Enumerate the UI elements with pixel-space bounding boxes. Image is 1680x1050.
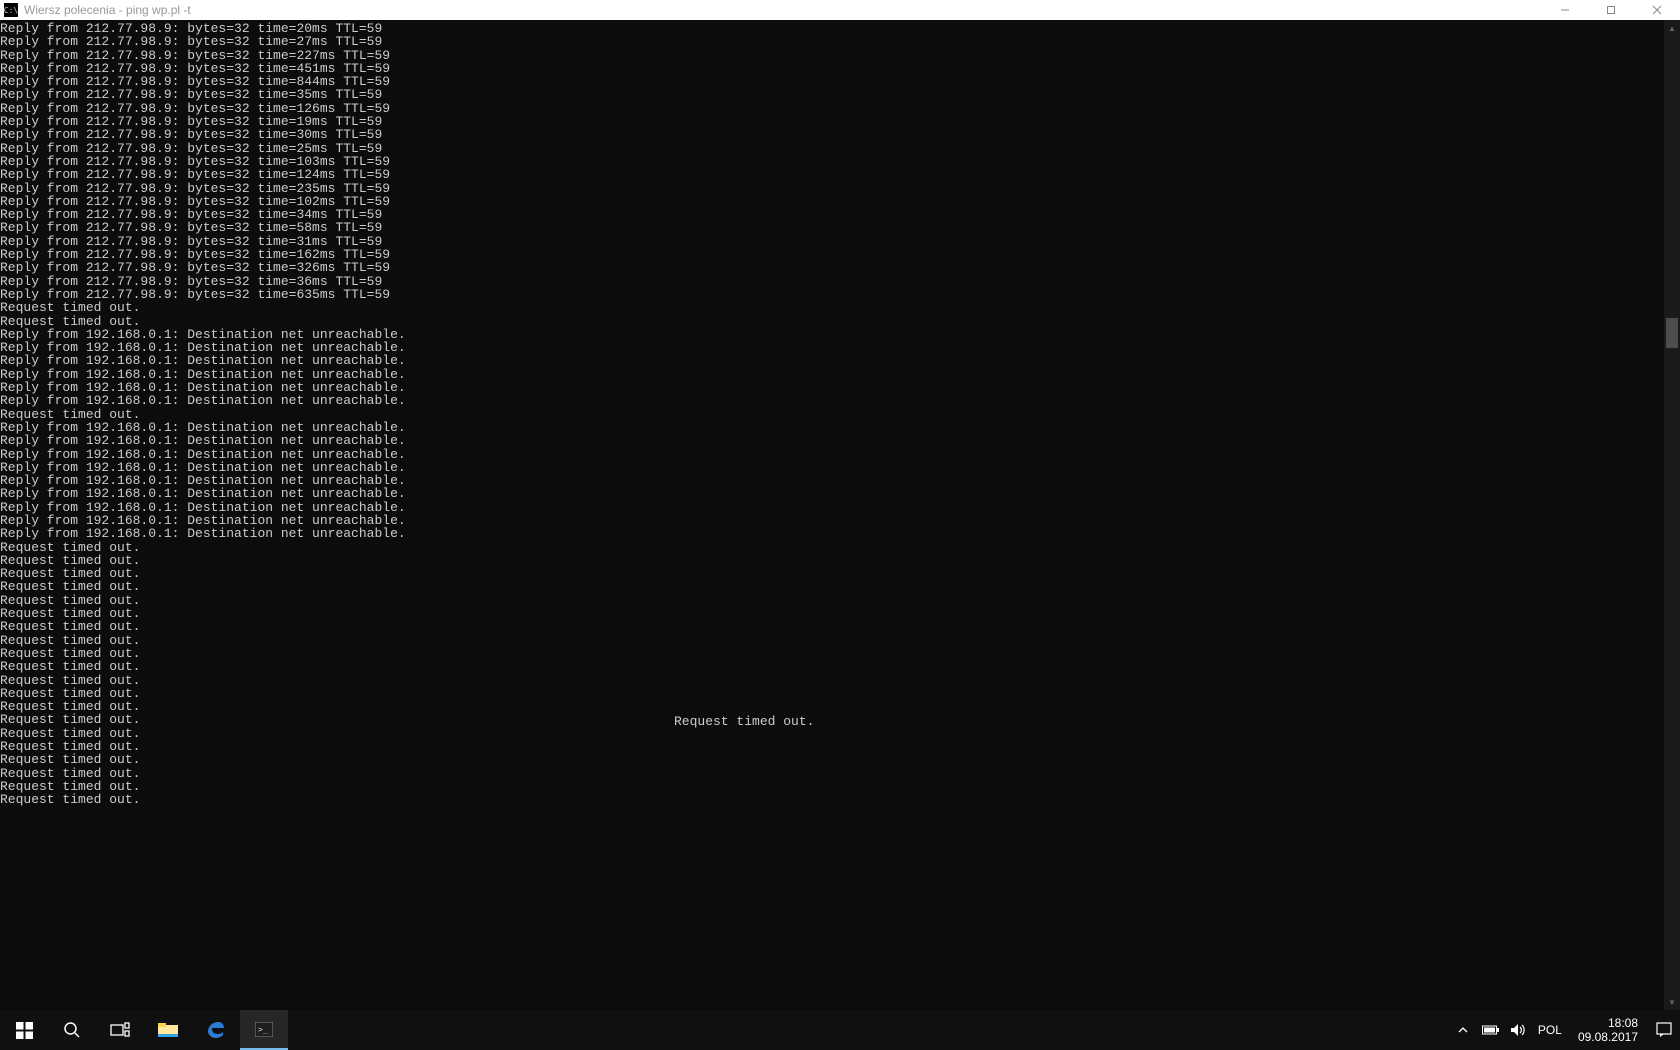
terminal-line: Request timed out.: [0, 580, 1664, 593]
terminal-line: Request timed out.: [0, 607, 1664, 620]
terminal-line: Request timed out.: [0, 753, 1664, 766]
terminal-line: Request timed out.: [0, 634, 1664, 647]
terminal-line: Request timed out.: [0, 594, 1664, 607]
battery-icon[interactable]: [1482, 1024, 1500, 1036]
terminal-line: Request timed out.: [0, 567, 1664, 580]
terminal-line: Reply from 192.168.0.1: Destination net …: [0, 381, 1664, 394]
floating-text: Request timed out.: [674, 714, 814, 729]
terminal-line: Reply from 212.77.98.9: bytes=32 time=10…: [0, 195, 1664, 208]
terminal-line: Reply from 192.168.0.1: Destination net …: [0, 354, 1664, 367]
cmd-taskbar-button[interactable]: >_: [240, 1010, 288, 1050]
terminal-line: Reply from 192.168.0.1: Destination net …: [0, 527, 1664, 540]
terminal-line: Reply from 212.77.98.9: bytes=32 time=63…: [0, 288, 1664, 301]
terminal-line: Reply from 212.77.98.9: bytes=32 time=19…: [0, 115, 1664, 128]
terminal-line: Request timed out.: [0, 700, 1664, 713]
terminal-line: Reply from 212.77.98.9: bytes=32 time=35…: [0, 88, 1664, 101]
terminal-line: Request timed out.: [0, 554, 1664, 567]
terminal-line: Request timed out.: [0, 301, 1664, 314]
terminal-line: Request timed out.: [0, 541, 1664, 554]
clock-time: 18:08: [1578, 1016, 1638, 1030]
terminal-line: Request timed out.: [0, 793, 1664, 806]
terminal-line: Request timed out.: [0, 647, 1664, 660]
terminal-line: Reply from 192.168.0.1: Destination net …: [0, 328, 1664, 341]
terminal-line: Request timed out.: [0, 660, 1664, 673]
file-explorer-button[interactable]: [144, 1010, 192, 1050]
scroll-down-button[interactable]: ▼: [1664, 994, 1680, 1010]
terminal-output: Reply from 212.77.98.9: bytes=32 time=20…: [0, 20, 1664, 1010]
start-button[interactable]: [0, 1010, 48, 1050]
terminal-line: Request timed out.: [0, 315, 1664, 328]
taskbar-left: >_: [0, 1010, 288, 1050]
terminal-line: Reply from 192.168.0.1: Destination net …: [0, 474, 1664, 487]
terminal-line: Reply from 212.77.98.9: bytes=32 time=12…: [0, 168, 1664, 181]
terminal-line: Reply from 192.168.0.1: Destination net …: [0, 461, 1664, 474]
terminal-line: Reply from 192.168.0.1: Destination net …: [0, 501, 1664, 514]
terminal-line: Reply from 212.77.98.9: bytes=32 time=30…: [0, 128, 1664, 141]
terminal-line: Reply from 192.168.0.1: Destination net …: [0, 421, 1664, 434]
cmd-icon: C:\: [4, 3, 18, 17]
terminal-line: Reply from 192.168.0.1: Destination net …: [0, 341, 1664, 354]
taskbar: >_ POL 18:08 09.08.2017: [0, 1010, 1680, 1050]
terminal-line: Reply from 192.168.0.1: Destination net …: [0, 394, 1664, 407]
terminal-line: Request timed out.: [0, 674, 1664, 687]
svg-text:>_: >_: [258, 1025, 268, 1034]
terminal-line: Reply from 192.168.0.1: Destination net …: [0, 487, 1664, 500]
close-button[interactable]: [1634, 0, 1680, 20]
language-indicator[interactable]: POL: [1538, 1023, 1562, 1037]
terminal-line: Request timed out.: [0, 408, 1664, 421]
terminal-line: Reply from 212.77.98.9: bytes=32 time=10…: [0, 155, 1664, 168]
action-center-button[interactable]: [1654, 1010, 1674, 1050]
terminal-line: Reply from 212.77.98.9: bytes=32 time=20…: [0, 22, 1664, 35]
terminal-line: Request timed out.: [0, 780, 1664, 793]
terminal-scrollbar[interactable]: ▲ ▼: [1664, 20, 1680, 1010]
terminal-line: Request timed out.: [0, 687, 1664, 700]
command-prompt-window: C:\ Wiersz polecenia - ping wp.pl -t Rep…: [0, 0, 1680, 1010]
search-button[interactable]: [48, 1010, 96, 1050]
clock[interactable]: 18:08 09.08.2017: [1572, 1016, 1644, 1044]
terminal-line: Request timed out.: [0, 767, 1664, 780]
terminal-line: Reply from 212.77.98.9: bytes=32 time=27…: [0, 35, 1664, 48]
terminal-line: Reply from 212.77.98.9: bytes=32 time=34…: [0, 208, 1664, 221]
terminal-line: Reply from 212.77.98.9: bytes=32 time=12…: [0, 102, 1664, 115]
terminal-line: Reply from 212.77.98.9: bytes=32 time=32…: [0, 261, 1664, 274]
terminal-line: Request timed out.: [0, 740, 1664, 753]
terminal-line: Reply from 192.168.0.1: Destination net …: [0, 368, 1664, 381]
edge-browser-button[interactable]: [192, 1010, 240, 1050]
clock-date: 09.08.2017: [1578, 1030, 1638, 1044]
task-view-button[interactable]: [96, 1010, 144, 1050]
terminal-line: Request timed out.: [0, 713, 1664, 726]
minimize-button[interactable]: [1542, 0, 1588, 20]
terminal-line: Reply from 212.77.98.9: bytes=32 time=22…: [0, 49, 1664, 62]
terminal-line: Reply from 192.168.0.1: Destination net …: [0, 434, 1664, 447]
terminal-line: Reply from 212.77.98.9: bytes=32 time=36…: [0, 275, 1664, 288]
window-controls: [1542, 0, 1680, 20]
terminal-line: Reply from 212.77.98.9: bytes=32 time=25…: [0, 142, 1664, 155]
terminal-line: Reply from 192.168.0.1: Destination net …: [0, 448, 1664, 461]
terminal-line: Reply from 212.77.98.9: bytes=32 time=45…: [0, 62, 1664, 75]
window-title: Wiersz polecenia - ping wp.pl -t: [24, 3, 191, 17]
titlebar-left: C:\ Wiersz polecenia - ping wp.pl -t: [0, 3, 191, 17]
terminal-line: Reply from 212.77.98.9: bytes=32 time=16…: [0, 248, 1664, 261]
terminal-line: Reply from 212.77.98.9: bytes=32 time=58…: [0, 221, 1664, 234]
terminal-line: Request timed out.: [0, 620, 1664, 633]
terminal-line: Reply from 192.168.0.1: Destination net …: [0, 514, 1664, 527]
volume-icon[interactable]: [1510, 1023, 1528, 1037]
terminal-line: Reply from 212.77.98.9: bytes=32 time=84…: [0, 75, 1664, 88]
terminal-line: Request timed out.: [0, 727, 1664, 740]
scroll-thumb[interactable]: [1666, 318, 1678, 348]
taskbar-right: POL 18:08 09.08.2017: [1454, 1010, 1680, 1050]
terminal-line: Reply from 212.77.98.9: bytes=32 time=31…: [0, 235, 1664, 248]
terminal-line: Reply from 212.77.98.9: bytes=32 time=23…: [0, 182, 1664, 195]
window-titlebar[interactable]: C:\ Wiersz polecenia - ping wp.pl -t: [0, 0, 1680, 20]
scroll-up-button[interactable]: ▲: [1664, 20, 1680, 36]
maximize-button[interactable]: [1588, 0, 1634, 20]
terminal-body[interactable]: Reply from 212.77.98.9: bytes=32 time=20…: [0, 20, 1680, 1010]
tray-chevron-icon[interactable]: [1454, 1025, 1472, 1035]
